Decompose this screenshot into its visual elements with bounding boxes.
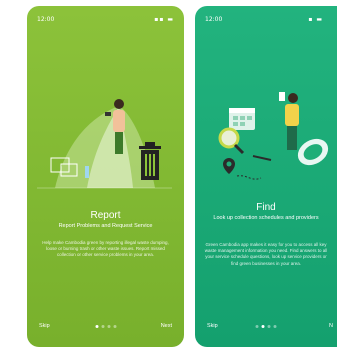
trash-bin-icon bbox=[139, 142, 161, 180]
page-dot[interactable] bbox=[101, 325, 104, 328]
screen-description: Help make Cambodia green by reporting il… bbox=[42, 240, 169, 258]
find-illustration bbox=[218, 92, 329, 180]
page-dot[interactable] bbox=[267, 325, 271, 328]
map-pin-icon bbox=[223, 158, 262, 180]
page-dot[interactable] bbox=[113, 325, 116, 328]
status-time: 12:00 bbox=[205, 16, 223, 23]
next-button[interactable]: Next bbox=[161, 323, 172, 329]
screen-title: Find bbox=[256, 202, 276, 213]
screen-subtitle: Report Problems and Request Service bbox=[58, 223, 153, 229]
person-legs bbox=[287, 126, 297, 150]
skip-button[interactable]: Skip bbox=[39, 323, 50, 329]
onboarding-footer: Skip N bbox=[195, 323, 337, 333]
person-head bbox=[288, 93, 298, 103]
page-dot[interactable] bbox=[95, 325, 98, 328]
magnifier-icon bbox=[218, 127, 245, 155]
page-dot[interactable] bbox=[261, 325, 265, 328]
status-icons: ▪▪ ▬ bbox=[154, 16, 174, 23]
page-indicator bbox=[255, 325, 277, 328]
report-illustration bbox=[37, 99, 172, 189]
calendar-icon bbox=[229, 108, 255, 130]
onboarding-screen-find: 12:00 ▪ ▬ Find Look up collection schedu… bbox=[195, 6, 337, 347]
screen-title: Report bbox=[90, 210, 121, 221]
status-time: 12:00 bbox=[37, 16, 55, 23]
page-indicator bbox=[95, 325, 116, 328]
page-dot[interactable] bbox=[107, 325, 110, 328]
person-body bbox=[113, 110, 125, 132]
arrow-line bbox=[252, 155, 272, 161]
screen-description: Green Cambodia app makes it easy for you… bbox=[204, 242, 328, 266]
status-icons: ▪ ▬ bbox=[308, 16, 323, 23]
page-dot[interactable] bbox=[273, 325, 277, 328]
page-dot[interactable] bbox=[255, 325, 259, 328]
bottle bbox=[85, 166, 89, 178]
screen-subtitle: Look up collection schedules and provide… bbox=[213, 215, 319, 221]
signal-icon: ▪▪ bbox=[154, 16, 165, 23]
battery-icon: ▬ bbox=[316, 16, 323, 23]
phone-in-hand bbox=[105, 112, 111, 116]
phone-in-hand bbox=[279, 92, 285, 101]
status-bar: 12:00 ▪▪ ▬ bbox=[37, 16, 174, 26]
person-head bbox=[114, 99, 124, 109]
status-bar: 12:00 ▪ ▬ bbox=[205, 16, 327, 26]
skip-button[interactable]: Skip bbox=[207, 323, 218, 329]
battery-icon: ▬ bbox=[167, 16, 174, 23]
person-legs bbox=[115, 132, 123, 154]
onboarding-footer: Skip Next bbox=[27, 323, 184, 333]
next-button[interactable]: N bbox=[329, 323, 333, 329]
onboarding-screen-report: 12:00 ▪▪ ▬ Report Report Problems and Re… bbox=[27, 6, 184, 347]
person-body bbox=[285, 104, 299, 126]
wifi-icon: ▪ bbox=[308, 16, 314, 23]
